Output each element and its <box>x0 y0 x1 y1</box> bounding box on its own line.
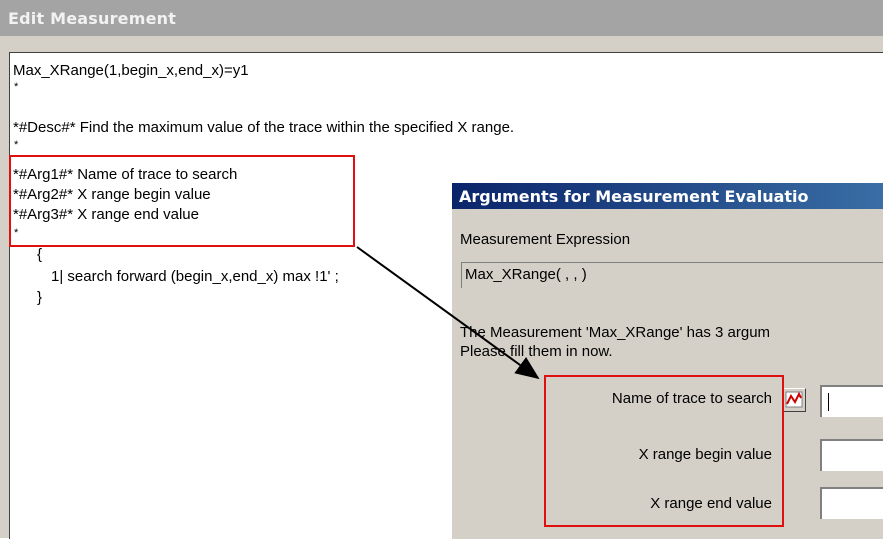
annotation-arrow <box>356 246 540 380</box>
